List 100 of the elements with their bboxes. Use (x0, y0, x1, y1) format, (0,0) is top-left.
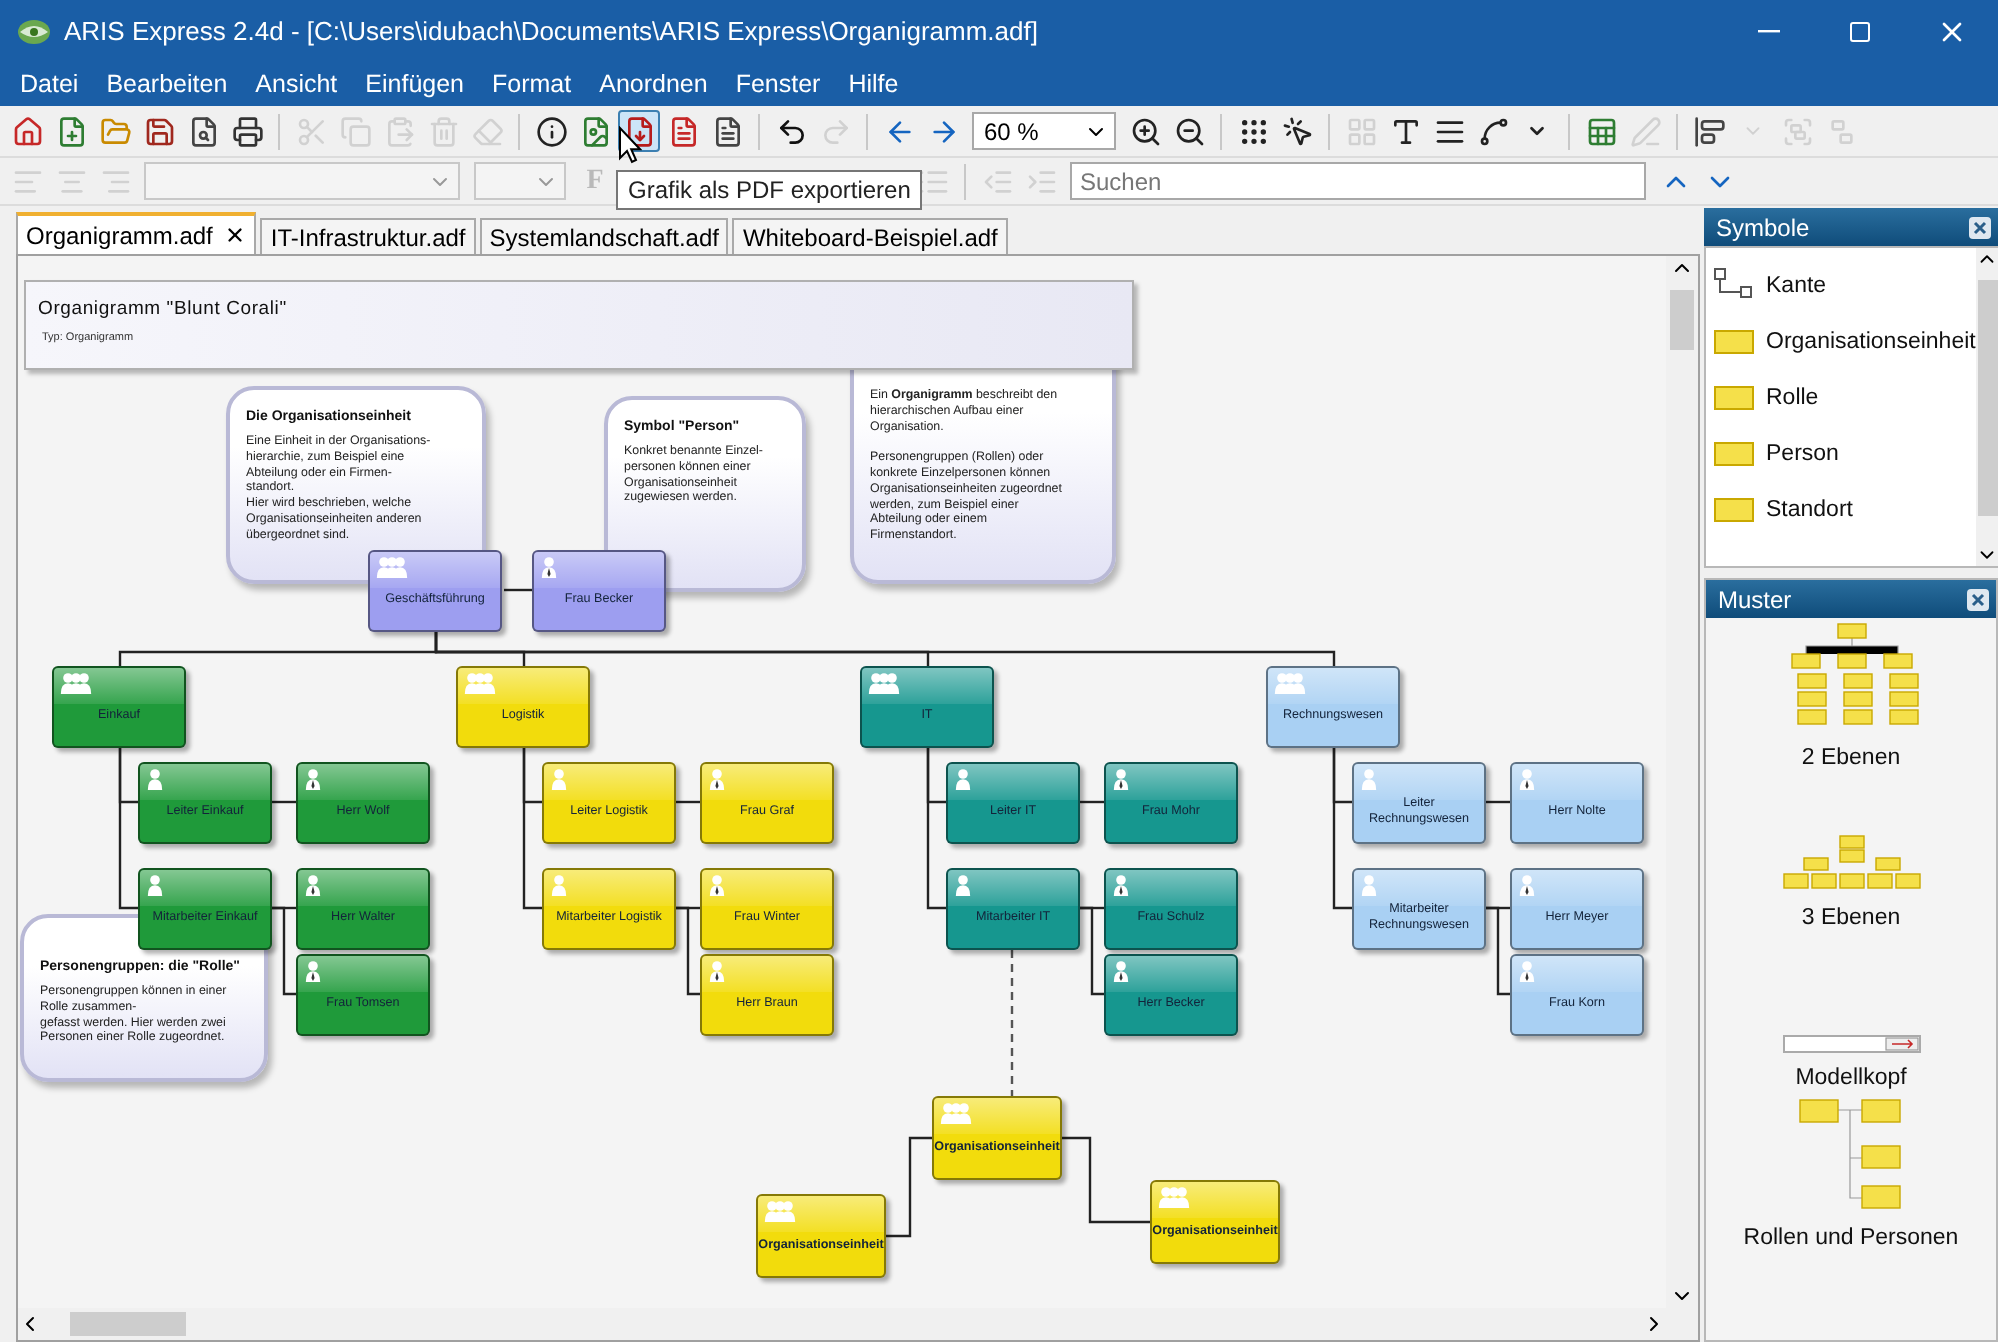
save-icon (143, 115, 175, 147)
shape-icon (1714, 441, 1754, 465)
tab-label: Whiteboard-Beispiel.adf (742, 223, 998, 251)
curve-icon (1477, 115, 1509, 147)
zoom-out-icon (1173, 115, 1205, 147)
menu-item[interactable]: Datei (6, 66, 93, 102)
trash-icon (427, 115, 459, 147)
shape-icon (1714, 329, 1754, 353)
menu-item[interactable]: Hilfe (834, 66, 913, 102)
pattern-label[interactable]: 3 Ebenen (1801, 906, 1901, 930)
close-tab-icon[interactable] (224, 224, 247, 246)
three-level-chart-drawing (1779, 834, 1923, 894)
document-tab[interactable]: Organigramm.adf (16, 212, 257, 254)
symbol-item[interactable]: Standort (1714, 492, 1976, 526)
symbol-label: Kante (1766, 273, 1827, 297)
model-title: Organigramm "Blunt Corali" (38, 298, 289, 320)
ungroup-icon (1825, 115, 1857, 147)
zoom-select[interactable]: 60 % (972, 112, 1116, 150)
vertical-scrollbar[interactable] (1975, 248, 1998, 566)
text-file-icon (711, 115, 743, 147)
menu-item[interactable]: Einfügen (351, 66, 479, 102)
connector-line (272, 800, 296, 804)
scrollbar-thumb[interactable] (1670, 290, 1694, 350)
undo-icon (775, 115, 807, 147)
paste-icon (383, 115, 415, 147)
connector-icon (1714, 267, 1754, 303)
person-icon (1360, 768, 1378, 790)
file-download-icon (623, 115, 655, 147)
group-icon (764, 1200, 796, 1222)
scrollbar-thumb[interactable] (1977, 280, 1998, 516)
person-icon (1360, 874, 1378, 896)
person-icon (304, 768, 322, 790)
close-panel-icon[interactable] (1966, 587, 1990, 611)
pattern-label[interactable]: Modellkopf (1795, 1066, 1907, 1090)
print-preview-icon (187, 115, 219, 147)
redo-icon (819, 115, 851, 147)
document-tab[interactable]: Whiteboard-Beispiel.adf (732, 218, 1008, 254)
person-icon (708, 768, 726, 790)
paragraph-icon (1433, 115, 1465, 147)
connector-line (1062, 1136, 1150, 1224)
document-icon (667, 115, 699, 147)
shape-icon (1714, 385, 1754, 409)
shape-icon (1714, 497, 1754, 521)
person-icon (304, 874, 322, 896)
person-icon (954, 768, 972, 790)
group-icon (1781, 115, 1813, 147)
document-tab[interactable]: IT-Infrastruktur.adf (260, 218, 476, 254)
window-title: ARIS Express 2.4d - [C:\Users\idubach\Documents\ARIS Express\Organigramm.adf] (64, 16, 1040, 46)
group-icon (376, 556, 408, 578)
connector-line (886, 1136, 932, 1238)
scrollbar-thumb[interactable] (70, 1312, 186, 1336)
person-icon (1112, 960, 1130, 982)
app-logo-icon (16, 15, 52, 47)
symbol-item[interactable]: Rolle (1714, 380, 1976, 414)
outdent-icon (981, 165, 1013, 197)
menu-item[interactable]: Bearbeiten (92, 66, 242, 102)
pattern-label[interactable]: Rollen und Personen (1743, 1226, 1959, 1250)
menu-item[interactable]: Format (478, 66, 586, 102)
connector-line (676, 800, 700, 804)
minimize-icon (1757, 29, 1779, 33)
tab-label: Organigramm.adf (26, 221, 213, 249)
tab-label: Systemlandschaft.adf (489, 223, 719, 251)
panel-title: Symbole (1716, 213, 1810, 241)
tooltip: Grafik als PDF exportieren (616, 170, 923, 210)
person-icon (708, 960, 726, 982)
indent-icon (1025, 165, 1057, 197)
panel-title: Muster (1718, 585, 1792, 613)
person-icon (954, 874, 972, 896)
menu-item[interactable]: Ansicht (241, 66, 352, 102)
scissors-icon (295, 115, 327, 147)
group-icon (940, 1102, 972, 1124)
connector-line (504, 588, 532, 592)
image-file-icon (579, 115, 611, 147)
menu-item[interactable]: Fenster (721, 66, 835, 102)
layout-icon (1345, 115, 1377, 147)
tab-label: IT-Infrastruktur.adf (270, 223, 466, 251)
align-left-icon (11, 165, 43, 197)
menu-item[interactable]: Anordnen (585, 66, 722, 102)
person-icon (1112, 768, 1130, 790)
group-icon (464, 672, 496, 694)
right-arrow-icon (927, 115, 959, 147)
text-icon (1389, 115, 1421, 147)
symbol-item[interactable]: Person (1714, 436, 1976, 470)
grid-icon (1237, 115, 1269, 147)
pattern-label[interactable]: 2 Ebenen (1801, 746, 1901, 770)
pen-icon (1629, 115, 1661, 147)
person-icon (1112, 874, 1130, 896)
house-icon (11, 115, 43, 147)
person-icon (146, 768, 164, 790)
symbol-item[interactable]: Organisationseinheit (1714, 324, 1976, 358)
document-tab[interactable]: Systemlandschaft.adf (479, 218, 729, 254)
symbol-item[interactable]: Kante (1714, 268, 1976, 302)
connector-line (1080, 800, 1104, 804)
search-field[interactable]: Suchen (1070, 162, 1646, 200)
person-icon (708, 874, 726, 896)
eraser-icon (471, 115, 503, 147)
person-icon (304, 960, 322, 982)
roles-chart-drawing (1797, 1098, 1905, 1214)
close-panel-icon[interactable] (1968, 215, 1992, 239)
align-right-icon (99, 165, 131, 197)
